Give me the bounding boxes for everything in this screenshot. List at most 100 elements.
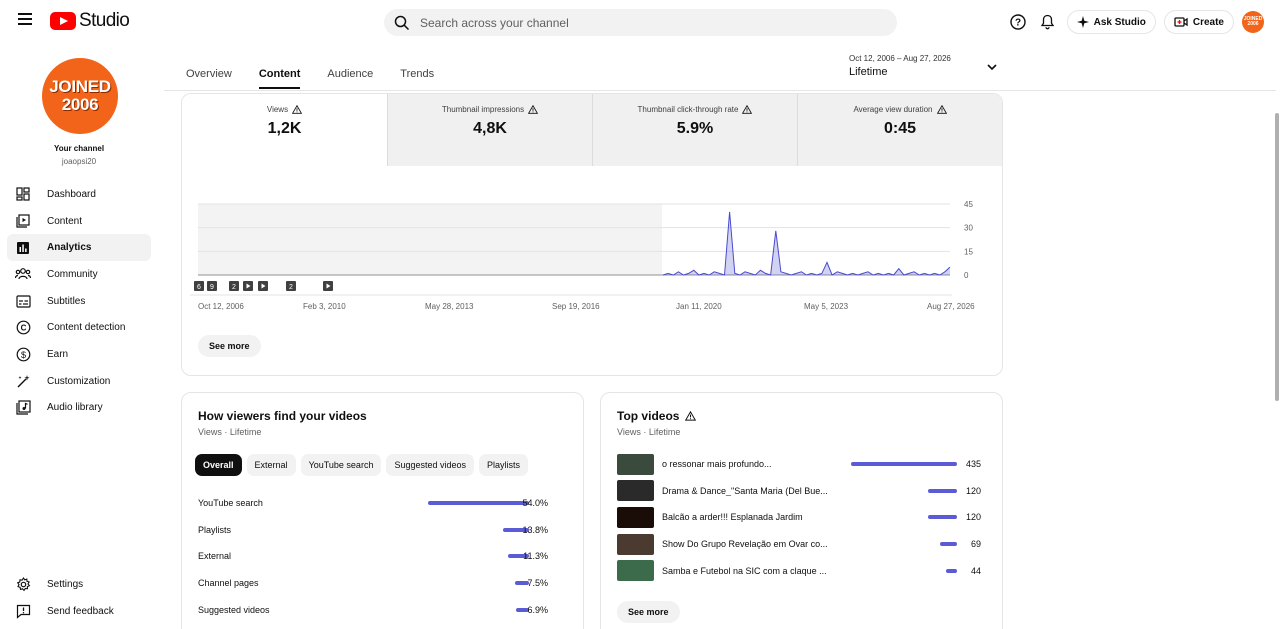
ask-studio-button[interactable]: Ask Studio <box>1066 10 1156 34</box>
help-icon[interactable]: ? <box>1007 9 1029 35</box>
video-bar-track <box>847 462 957 466</box>
top-video-row[interactable]: Show Do Grupo Revelação em Ovar co... 69 <box>617 533 985 555</box>
warning-icon <box>685 411 697 421</box>
search-bar[interactable] <box>384 9 897 36</box>
account-avatar[interactable]: JOINED 2006 <box>1242 11 1264 33</box>
chevron-down-icon[interactable] <box>985 60 999 79</box>
traffic-bar-track <box>358 581 529 586</box>
video-bar-track <box>847 568 957 573</box>
video-views-bar <box>927 515 957 520</box>
search-input[interactable] <box>420 15 860 30</box>
views-chart[interactable]: 45 30 15 0 6 9 2 2 Oct 12, 2006 Feb 3, 2010 May 28… <box>190 194 990 324</box>
see-more-button[interactable]: See more <box>198 335 261 357</box>
sidebar-item-content[interactable]: Content <box>7 208 151 235</box>
metric-click-through-rate[interactable]: Thumbnail click-through rate 5.9% <box>592 94 797 166</box>
analytics-icon <box>7 241 39 255</box>
top-video-row[interactable]: o ressonar mais profundo... 435 <box>617 453 985 475</box>
metric-tabs: Views 1,2K Thumbnail impressions 4,8K Th… <box>182 94 1002 166</box>
sidebar-item-customization[interactable]: Customization <box>7 368 151 395</box>
svg-text:?: ? <box>1015 18 1021 29</box>
sidebar-item-analytics[interactable]: Analytics <box>7 234 151 262</box>
date-range-selector[interactable]: Oct 12, 2006 – Aug 27, 2026 Lifetime <box>849 54 951 78</box>
sidebar-item-send-feedback[interactable]: Send feedback <box>7 598 151 625</box>
tabs-divider <box>164 90 1276 91</box>
channel-handle: joaopsi20 <box>61 157 97 166</box>
traffic-bar <box>428 501 529 505</box>
search-icon[interactable] <box>384 15 420 31</box>
video-title[interactable]: Drama & Dance_"Santa Maria (Del Bue... <box>662 486 842 496</box>
traffic-title: How viewers find your videos <box>198 409 367 423</box>
studio-logo[interactable]: Studio <box>50 10 130 32</box>
video-title[interactable]: o ressonar mais profundo... <box>662 459 842 469</box>
video-bar-track <box>847 542 957 547</box>
chip-overall[interactable]: Overall <box>195 454 242 476</box>
analytics-tabs: Overview Content Audience Trends <box>186 58 461 89</box>
chart-marker-label: 2 <box>289 284 293 291</box>
chip-youtube-search[interactable]: YouTube search <box>300 454 382 476</box>
menu-icon[interactable] <box>14 10 36 32</box>
top-videos-see-more-button[interactable]: See more <box>617 601 680 623</box>
traffic-source-row[interactable]: Channel pages 7.5% <box>198 576 548 590</box>
traffic-source-row[interactable]: Playlists 13.8% <box>198 523 548 537</box>
sidebar-item-subtitles[interactable]: Subtitles <box>7 288 151 315</box>
metric-views[interactable]: Views 1,2K <box>182 94 387 166</box>
chart-x-tick-label: Aug 27, 2026 <box>927 302 975 311</box>
video-thumbnail[interactable] <box>617 480 654 502</box>
sidebar-item-settings[interactable]: Settings <box>7 571 151 598</box>
top-videos-card: Top videos Views · Lifetime o ressonar m… <box>600 392 1003 629</box>
create-video-icon <box>1174 17 1188 27</box>
tab-content[interactable]: Content <box>258 58 301 89</box>
video-views-bar <box>940 542 957 547</box>
traffic-source-row[interactable]: External 11.3% <box>198 549 548 563</box>
traffic-source-row[interactable]: YouTube search 54.0% <box>198 496 548 510</box>
traffic-source-percent: 13.8% <box>522 524 548 535</box>
subtitles-icon <box>7 294 39 308</box>
tab-audience[interactable]: Audience <box>327 58 373 89</box>
chip-suggested-videos[interactable]: Suggested videos <box>386 454 475 476</box>
metric-thumbnail-impressions[interactable]: Thumbnail impressions 4,8K <box>387 94 592 166</box>
video-thumbnail[interactable] <box>617 453 654 475</box>
chart-series-line <box>662 211 951 276</box>
video-thumbnail[interactable] <box>617 506 654 528</box>
tab-trends[interactable]: Trends <box>400 58 434 89</box>
traffic-bar-track <box>358 554 529 559</box>
sidebar-item-audio-library[interactable]: Audio library <box>7 395 151 422</box>
traffic-bar-track <box>358 501 529 505</box>
video-thumbnail[interactable] <box>617 533 654 555</box>
traffic-sources-card: How viewers find your videos Views · Lif… <box>181 392 584 629</box>
top-bar: Studio ? Ask Studio Create JOINED 2006 <box>0 0 1280 44</box>
chip-external[interactable]: External <box>246 454 296 476</box>
video-views-bar <box>927 488 957 493</box>
channel-avatar[interactable]: JOINED 2006 <box>42 58 118 134</box>
metric-average-view-duration[interactable]: Average view duration 0:45 <box>797 94 1002 166</box>
traffic-source-row[interactable]: Suggested videos 6.9% <box>198 603 548 617</box>
top-video-row[interactable]: Balcão a arder!!! Esplanada Jardim 120 <box>617 506 985 528</box>
chip-playlists[interactable]: Playlists <box>479 454 529 476</box>
sidebar-item-dashboard[interactable]: Dashboard <box>7 181 151 208</box>
sidebar-item-earn[interactable]: $ Earn <box>7 341 151 368</box>
top-videos-subtitle: Views · Lifetime <box>617 427 681 437</box>
top-video-row[interactable]: Drama & Dance_"Santa Maria (Del Bue... 12… <box>617 480 985 502</box>
video-title[interactable]: Show Do Grupo Revelação em Ovar co... <box>662 539 842 549</box>
warning-icon <box>292 105 303 114</box>
tab-overview[interactable]: Overview <box>186 58 232 89</box>
top-videos-title: Top videos <box>617 409 697 423</box>
video-title[interactable]: Balcão a arder!!! Esplanada Jardim <box>662 512 842 522</box>
notifications-icon[interactable] <box>1037 9 1059 35</box>
dashboard-icon <box>7 187 39 201</box>
scrollbar-thumb[interactable] <box>1275 113 1279 401</box>
sidebar-item-content-detection[interactable]: C Content detection <box>7 314 151 341</box>
warning-icon <box>936 105 947 114</box>
chart-x-tick-label: Oct 12, 2006 <box>198 302 244 311</box>
create-button[interactable]: Create <box>1163 10 1234 34</box>
traffic-subtitle: Views · Lifetime <box>198 427 262 437</box>
chart-y-tick-label: 45 <box>964 200 973 209</box>
community-icon <box>7 267 39 281</box>
sidebar-item-community[interactable]: Community <box>7 261 151 288</box>
top-video-row[interactable]: Samba e Futebol na SIC com a claque ... 4… <box>617 560 985 582</box>
traffic-source-percent: 7.5% <box>527 578 548 589</box>
chart-y-tick-label: 15 <box>964 247 973 256</box>
date-range-period: Lifetime <box>849 66 888 78</box>
video-thumbnail[interactable] <box>617 560 654 582</box>
video-title[interactable]: Samba e Futebol na SIC com a claque ... <box>662 566 842 576</box>
